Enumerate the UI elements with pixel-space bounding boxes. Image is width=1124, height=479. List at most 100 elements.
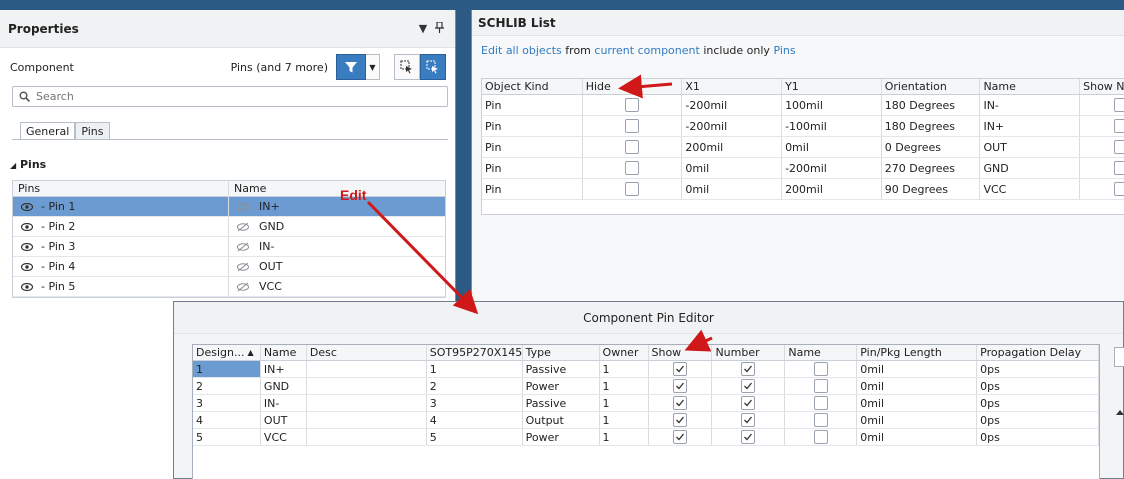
name-checkbox[interactable]: [813, 396, 828, 410]
type-cell[interactable]: Output: [523, 412, 600, 428]
filter-button[interactable]: [336, 54, 366, 80]
designator-cell[interactable]: 1: [193, 361, 261, 377]
name-cell[interactable]: IN+: [980, 116, 1081, 136]
column-header-hide[interactable]: Hide: [583, 79, 683, 94]
desc-cell[interactable]: [307, 412, 427, 428]
name-cell[interactable]: IN-: [980, 95, 1081, 115]
schlib-row[interactable]: Pin -200mil 100mil 180 Degrees IN-: [482, 95, 1124, 116]
desc-cell[interactable]: [307, 395, 427, 411]
pins-link[interactable]: Pins: [773, 44, 795, 57]
visible-eye-icon[interactable]: [21, 202, 33, 211]
type-cell[interactable]: Power: [523, 378, 600, 394]
select-mode-button[interactable]: [394, 54, 420, 80]
pin-editor-row[interactable]: 2 GND 2 Power 1 0mil 0ps: [193, 378, 1099, 395]
number-checkbox[interactable]: [741, 430, 756, 444]
y1-cell[interactable]: 100mil: [782, 95, 882, 115]
show-checkbox[interactable]: [672, 379, 687, 393]
pin-length-cell[interactable]: 0mil: [857, 429, 978, 445]
hide-checkbox[interactable]: [625, 161, 640, 175]
selection-filter-button[interactable]: [420, 54, 446, 80]
pin-icon[interactable]: [431, 20, 447, 36]
show-checkbox[interactable]: [672, 430, 687, 444]
show-checkbox[interactable]: [672, 362, 687, 376]
pin-row[interactable]: - Pin 5 VCC: [13, 277, 445, 297]
name-checkbox[interactable]: [813, 430, 828, 444]
x1-cell[interactable]: 200mil: [682, 137, 783, 157]
pin-length-cell[interactable]: 0mil: [857, 395, 978, 411]
owner-cell[interactable]: 1: [600, 412, 649, 428]
name-cell[interactable]: GND: [261, 378, 307, 394]
edit-link[interactable]: Edit: [481, 44, 502, 57]
column-header-show-name[interactable]: Show N: [1080, 79, 1124, 94]
pin-editor-row[interactable]: 4 OUT 4 Output 1 0mil 0ps: [193, 412, 1099, 429]
hide-checkbox[interactable]: [625, 182, 640, 196]
package-pin-cell[interactable]: 4: [427, 412, 523, 428]
column-header-name[interactable]: Name: [261, 345, 307, 360]
orientation-cell[interactable]: 270 Degrees: [882, 158, 981, 178]
pin-row[interactable]: - Pin 2 GND: [13, 217, 445, 237]
schlib-row[interactable]: Pin 0mil 200mil 90 Degrees VCC: [482, 179, 1124, 200]
pin-length-cell[interactable]: 0mil: [857, 361, 978, 377]
column-header-propagation-delay[interactable]: Propagation Delay: [977, 345, 1099, 360]
column-header-pin-length[interactable]: Pin/Pkg Length: [857, 345, 978, 360]
orientation-cell[interactable]: 90 Degrees: [882, 179, 981, 199]
visible-eye-icon[interactable]: [21, 282, 33, 291]
column-header-type[interactable]: Type: [523, 345, 600, 360]
hide-checkbox[interactable]: [625, 119, 640, 133]
column-header-x1[interactable]: X1: [682, 79, 783, 94]
number-checkbox[interactable]: [741, 396, 756, 410]
designator-cell[interactable]: 2: [193, 378, 261, 394]
hidden-eye-icon[interactable]: [237, 242, 249, 252]
name-checkbox[interactable]: [813, 362, 828, 376]
name-checkbox[interactable]: [813, 413, 828, 427]
owner-cell[interactable]: 1: [600, 395, 649, 411]
propagation-delay-cell[interactable]: 0ps: [977, 429, 1099, 445]
pin-editor-row[interactable]: 5 VCC 5 Power 1 0mil 0ps: [193, 429, 1099, 446]
desc-cell[interactable]: [307, 429, 427, 445]
hidden-eye-icon[interactable]: [237, 222, 249, 232]
owner-cell[interactable]: 1: [600, 429, 649, 445]
orientation-cell[interactable]: 180 Degrees: [882, 116, 981, 136]
y1-cell[interactable]: 200mil: [782, 179, 882, 199]
pin-row[interactable]: - Pin 4 OUT: [13, 257, 445, 277]
pin-editor-row[interactable]: 3 IN- 3 Passive 1 0mil 0ps: [193, 395, 1099, 412]
column-header-object-kind[interactable]: Object Kind: [482, 79, 583, 94]
package-pin-cell[interactable]: 3: [427, 395, 523, 411]
package-pin-cell[interactable]: 1: [427, 361, 523, 377]
visible-eye-icon[interactable]: [21, 262, 33, 271]
x1-cell[interactable]: -200mil: [682, 95, 783, 115]
visible-eye-icon[interactable]: [21, 222, 33, 231]
name-cell[interactable]: OUT: [261, 412, 307, 428]
package-pin-cell[interactable]: 2: [427, 378, 523, 394]
x1-cell[interactable]: 0mil: [682, 179, 783, 199]
type-cell[interactable]: Power: [523, 429, 600, 445]
y1-cell[interactable]: 0mil: [782, 137, 882, 157]
propagation-delay-cell[interactable]: 0ps: [977, 412, 1099, 428]
show-checkbox[interactable]: [672, 396, 687, 410]
schlib-row[interactable]: Pin -200mil -100mil 180 Degrees IN+: [482, 116, 1124, 137]
current-component-link[interactable]: current component: [594, 44, 699, 57]
show-name-checkbox[interactable]: [1114, 140, 1124, 154]
number-checkbox[interactable]: [741, 379, 756, 393]
name-cell[interactable]: VCC: [980, 179, 1081, 199]
desc-cell[interactable]: [307, 361, 427, 377]
column-header-show[interactable]: Show: [649, 345, 713, 360]
show-name-checkbox[interactable]: [1114, 119, 1124, 133]
search-input[interactable]: [36, 90, 447, 103]
schlib-row[interactable]: Pin 0mil -200mil 270 Degrees GND: [482, 158, 1124, 179]
x1-cell[interactable]: 0mil: [682, 158, 783, 178]
owner-cell[interactable]: 1: [600, 378, 649, 394]
show-checkbox[interactable]: [672, 413, 687, 427]
show-name-checkbox[interactable]: [1114, 98, 1124, 112]
hidden-eye-icon[interactable]: [237, 282, 249, 292]
name-checkbox[interactable]: [813, 379, 828, 393]
pin-row[interactable]: - Pin 1 IN+: [13, 197, 445, 217]
desc-cell[interactable]: [307, 378, 427, 394]
column-header-name[interactable]: Name: [980, 79, 1081, 94]
type-cell[interactable]: Passive: [523, 395, 600, 411]
column-header-name[interactable]: Name: [229, 181, 266, 196]
y1-cell[interactable]: -200mil: [782, 158, 882, 178]
dialog-side-button[interactable]: [1114, 347, 1124, 367]
name-cell[interactable]: OUT: [980, 137, 1081, 157]
name-cell[interactable]: GND: [980, 158, 1081, 178]
